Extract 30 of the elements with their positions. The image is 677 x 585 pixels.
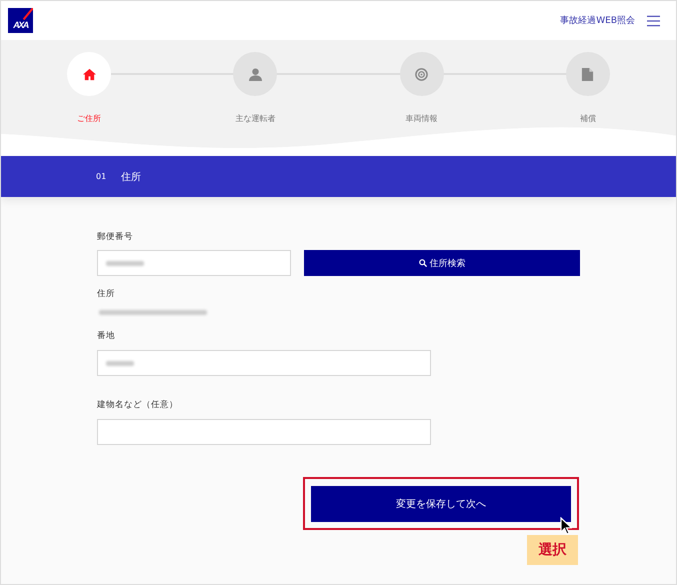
step-circle[interactable] xyxy=(67,52,111,96)
step-circle[interactable] xyxy=(566,52,610,96)
section-number: 01 xyxy=(96,172,106,181)
step-label: 車両情報 xyxy=(406,113,438,124)
home-icon xyxy=(82,68,96,80)
save-and-next-button[interactable]: 変更を保存して次へ xyxy=(311,486,571,522)
field-label: 建物名など（任意） xyxy=(97,399,178,411)
search-icon xyxy=(418,259,426,267)
input-field[interactable] xyxy=(97,250,291,276)
field-label: 番地 xyxy=(97,330,115,342)
blurred-text xyxy=(106,360,134,366)
step-label: 主な運転者 xyxy=(235,113,276,124)
input-field[interactable] xyxy=(97,350,431,376)
field-label: 住所 xyxy=(97,288,115,300)
logo[interactable]: AXA xyxy=(8,8,33,33)
accident-inquiry-link[interactable]: 事故経過WEB照会 xyxy=(560,14,635,27)
blurred-text xyxy=(106,260,144,266)
step-circle[interactable] xyxy=(400,52,444,96)
step-label: ご住所 xyxy=(77,113,101,124)
address-search-button[interactable]: 住所検索 xyxy=(304,250,580,276)
step-label: 補償 xyxy=(580,113,596,124)
wheel-icon xyxy=(415,68,428,80)
menu-icon[interactable] xyxy=(647,14,660,26)
section-title: 住所 xyxy=(121,170,142,184)
document-icon xyxy=(581,68,594,80)
step-circle[interactable] xyxy=(233,52,278,96)
callout-badge: 選択 xyxy=(527,535,578,565)
field-label: 郵便番号 xyxy=(97,231,133,243)
person-icon xyxy=(248,68,262,80)
input-field[interactable] xyxy=(97,419,431,445)
